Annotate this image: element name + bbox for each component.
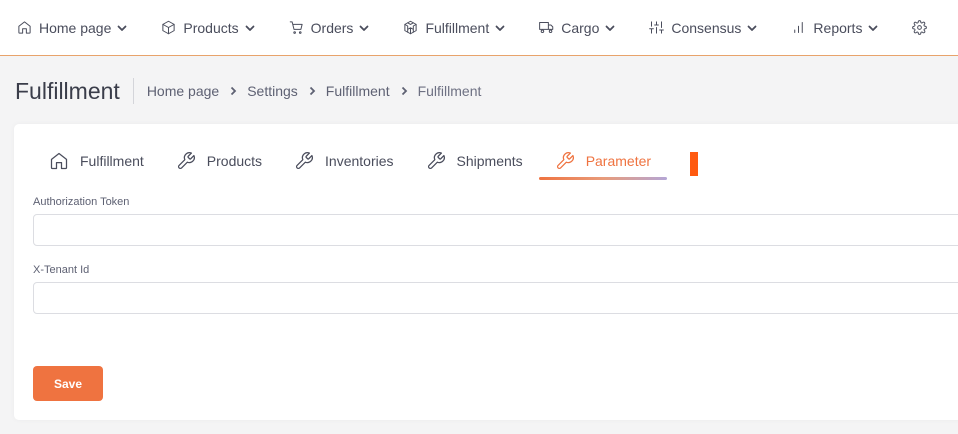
nav-item-reports[interactable]: Reports xyxy=(774,0,878,55)
wrench-icon xyxy=(296,152,313,169)
auth-token-label: Authorization Token xyxy=(33,196,130,208)
page-title: Fulfillment xyxy=(15,77,134,104)
wrench-icon xyxy=(427,152,445,169)
page-header: Fulfillment Home page Settings Fulfillme… xyxy=(0,57,958,124)
nav-item-label: Products xyxy=(183,19,239,36)
breadcrumb-item-fulfillment[interactable]: Fulfillment xyxy=(326,83,390,99)
tab-label: Products xyxy=(206,153,263,169)
highlight-marker xyxy=(690,152,698,176)
nav-item-label: Cargo xyxy=(561,19,600,36)
codesandbox-icon xyxy=(404,20,418,35)
tenant-id-input[interactable] xyxy=(33,282,958,314)
nav-item-consensus[interactable]: Consensus xyxy=(632,0,757,55)
nav-item-label: Home page xyxy=(39,19,112,36)
active-tab-indicator xyxy=(538,177,668,180)
tenant-id-label: X-Tenant Id xyxy=(33,264,90,276)
tab-bar: Fulfillment Products Inventories Shipmen… xyxy=(33,146,668,180)
home-icon xyxy=(18,21,31,34)
chevron-down-icon xyxy=(360,25,369,31)
tab-label: Inventories xyxy=(325,153,394,169)
breadcrumb-item-settings[interactable]: Settings xyxy=(247,83,298,99)
nav-item-label: Consensus xyxy=(671,19,742,36)
wrench-icon xyxy=(556,152,574,169)
nav-item-home[interactable]: Home page xyxy=(0,0,127,55)
breadcrumb: Home page Settings Fulfillment Fulfillme… xyxy=(147,83,482,99)
wrench-icon xyxy=(177,152,195,169)
nav-item-products[interactable]: Products xyxy=(144,0,255,55)
auth-token-input[interactable] xyxy=(33,214,958,246)
home-icon xyxy=(50,152,68,170)
nav-item-settings[interactable] xyxy=(895,0,934,55)
nav-item-cargo[interactable]: Cargo xyxy=(522,0,615,55)
tab-fulfillment[interactable]: Fulfillment xyxy=(33,146,160,176)
chevron-down-icon xyxy=(495,25,505,31)
top-navigation: Home page Products Orders Fulfillment Ca… xyxy=(0,0,958,56)
save-button[interactable]: Save xyxy=(33,366,103,401)
tab-inventories[interactable]: Inventories xyxy=(278,146,409,176)
sliders-icon xyxy=(649,21,665,34)
tab-products[interactable]: Products xyxy=(160,146,278,176)
gear-icon xyxy=(912,20,928,35)
breadcrumb-item-home[interactable]: Home page xyxy=(147,83,219,99)
nav-item-label: Reports xyxy=(813,19,863,36)
box-icon xyxy=(162,20,176,35)
chevron-down-icon xyxy=(117,25,127,31)
chevron-down-icon xyxy=(605,25,615,31)
tab-label: Fulfillment xyxy=(80,153,144,169)
chevron-right-icon xyxy=(309,86,316,95)
bar-chart-icon xyxy=(794,22,804,33)
chevron-right-icon xyxy=(231,86,237,95)
chevron-down-icon xyxy=(245,25,255,31)
nav-item-orders[interactable]: Orders xyxy=(272,0,370,55)
nav-item-label: Orders xyxy=(310,19,354,36)
breadcrumb-item-current: Fulfillment xyxy=(417,82,482,99)
nav-item-label: Fulfillment xyxy=(425,19,490,36)
chevron-right-icon xyxy=(401,86,407,95)
cart-icon xyxy=(289,21,303,34)
tab-shipments[interactable]: Shipments xyxy=(410,146,539,176)
tab-parameter[interactable]: Parameter xyxy=(538,146,668,180)
chevron-down-icon xyxy=(748,25,757,31)
tab-label: Shipments xyxy=(456,153,523,169)
tab-label: Parameter xyxy=(585,153,652,169)
chevron-down-icon xyxy=(869,25,878,31)
truck-icon xyxy=(539,22,554,33)
nav-item-fulfillment[interactable]: Fulfillment xyxy=(386,0,505,55)
